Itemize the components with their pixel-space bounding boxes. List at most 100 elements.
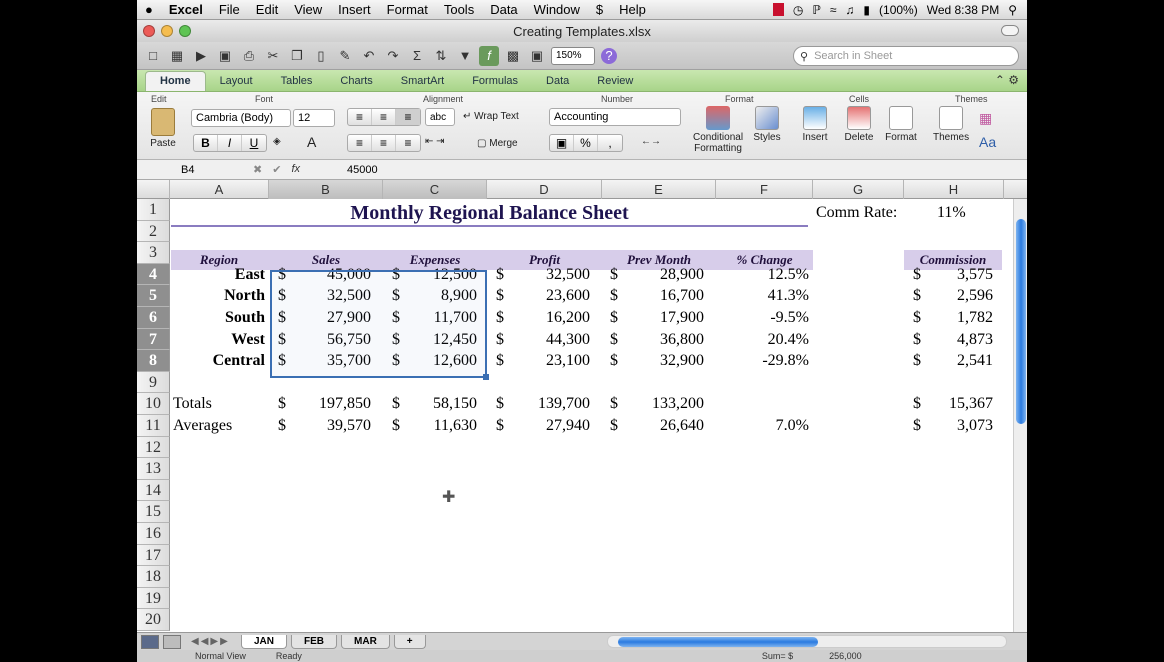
cell-region[interactable]: West <box>173 331 265 349</box>
column-header-f[interactable]: F <box>716 180 813 199</box>
paste-icon[interactable]: ▯ <box>311 46 331 66</box>
open-icon[interactable]: ▶ <box>191 46 211 66</box>
currency-symbol[interactable]: $ <box>610 266 618 284</box>
currency-symbol[interactable]: $ <box>610 287 618 305</box>
cut-icon[interactable]: ✂ <box>263 46 283 66</box>
row-header[interactable]: 15 <box>137 501 170 523</box>
currency-symbol[interactable]: $ <box>913 417 921 435</box>
theme-fonts-icon[interactable]: Aa <box>979 134 996 150</box>
row-header[interactable]: 8 <box>137 350 170 372</box>
align-bottom-icon[interactable]: ≡ <box>396 109 420 125</box>
row-header[interactable]: 6 <box>137 307 170 329</box>
comm-rate-value[interactable]: 11% <box>937 204 966 222</box>
conditional-formatting-button[interactable]: Conditional Formatting <box>693 106 743 154</box>
percent-button[interactable]: % <box>574 135 598 151</box>
time-machine-icon[interactable]: ◷ <box>793 3 803 17</box>
font-color-icon[interactable]: A <box>307 134 316 150</box>
page-layout-view-icon[interactable] <box>163 634 181 649</box>
column-header-d[interactable]: D <box>487 180 602 199</box>
menu-view[interactable]: View <box>286 2 330 17</box>
currency-icon[interactable]: ▣ <box>550 135 574 151</box>
sheet-tab-feb[interactable]: FEB <box>291 634 338 649</box>
wrap-text-button[interactable]: ↵ Wrap Text <box>463 111 519 122</box>
templates-icon[interactable]: ▦ <box>167 46 187 66</box>
cell-commission[interactable]: 3,575 <box>925 266 993 284</box>
row-header[interactable]: 13 <box>137 458 170 480</box>
format-cells-button[interactable]: Format <box>883 106 919 143</box>
currency-symbol[interactable]: $ <box>610 331 618 349</box>
currency-symbol[interactable]: $ <box>496 395 504 413</box>
column-header-g[interactable]: G <box>813 180 904 199</box>
tab-smartart[interactable]: SmartArt <box>387 72 458 91</box>
row-header[interactable]: 2 <box>137 220 170 243</box>
format-painter-icon[interactable]: ✎ <box>335 46 355 66</box>
row-header[interactable]: 9 <box>137 371 170 394</box>
copy-icon[interactable]: ❐ <box>287 46 307 66</box>
cell-profit[interactable]: 44,300 <box>508 331 590 349</box>
cell-commission[interactable]: 4,873 <box>925 331 993 349</box>
cell-change[interactable]: 12.5% <box>719 266 809 284</box>
menu-help[interactable]: Help <box>611 2 654 17</box>
horizontal-scrollbar[interactable] <box>607 635 1007 648</box>
cell-change[interactable]: 7.0% <box>719 417 809 435</box>
cell-expenses[interactable]: 58,150 <box>404 395 477 413</box>
toolbox-icon[interactable]: ▣ <box>527 46 547 66</box>
align-center-icon[interactable]: ≡ <box>372 135 396 151</box>
cell-commission[interactable]: 2,541 <box>925 352 993 370</box>
row-header[interactable]: 1 <box>137 199 170 221</box>
cell-region[interactable]: Central <box>173 352 265 370</box>
formula-builder-icon[interactable]: f <box>479 45 499 66</box>
bold-button[interactable]: B <box>194 135 218 151</box>
currency-symbol[interactable]: $ <box>278 395 286 413</box>
tab-tables[interactable]: Tables <box>267 72 327 91</box>
column-header-c[interactable]: C <box>383 180 487 199</box>
menu-window[interactable]: Window <box>526 2 588 17</box>
currency-symbol[interactable]: $ <box>392 417 400 435</box>
align-left-icon[interactable]: ≡ <box>348 135 372 151</box>
cell-change[interactable]: -9.5% <box>719 309 809 327</box>
sheet-tab-jan[interactable]: JAN <box>241 634 288 649</box>
merge-button[interactable]: ▢ Merge <box>477 138 518 149</box>
wifi-icon[interactable]: ≈ <box>830 3 837 17</box>
row-header[interactable]: 4 <box>137 263 170 286</box>
tab-review[interactable]: Review <box>583 72 647 91</box>
menu-format[interactable]: Format <box>379 2 436 17</box>
comm-rate-label[interactable]: Comm Rate: <box>816 204 897 222</box>
vertical-scrollbar[interactable] <box>1013 199 1027 632</box>
currency-symbol[interactable]: $ <box>610 417 618 435</box>
currency-symbol[interactable]: $ <box>913 331 921 349</box>
cell-prev[interactable]: 17,900 <box>622 309 704 327</box>
cell-expenses[interactable]: 11,630 <box>404 417 477 435</box>
row-header[interactable]: 19 <box>137 587 170 610</box>
cell-commission[interactable]: 3,073 <box>925 417 993 435</box>
volume-icon[interactable]: ♫ <box>845 3 854 17</box>
formula-input[interactable]: 45000 <box>337 164 378 176</box>
cell-profit[interactable]: 16,200 <box>508 309 590 327</box>
cell-profit[interactable]: 139,700 <box>508 395 590 413</box>
delete-cells-button[interactable]: Delete <box>841 106 877 143</box>
battery-icon[interactable]: ▮ <box>863 3 870 17</box>
normal-view-icon[interactable] <box>141 634 159 649</box>
underline-button[interactable]: U <box>242 135 266 151</box>
row-header[interactable]: 5 <box>137 285 170 307</box>
search-sheet-input[interactable]: ⚲ Search in Sheet <box>793 46 1019 66</box>
cell-sales[interactable]: 39,570 <box>290 417 371 435</box>
cell-region[interactable]: South <box>173 309 265 327</box>
currency-symbol[interactable]: $ <box>496 266 504 284</box>
spotlight-icon[interactable]: ⚲ <box>1008 3 1017 17</box>
orientation-button[interactable]: abc <box>425 108 455 126</box>
number-format-select[interactable]: Accounting <box>549 108 681 126</box>
font-size-select[interactable]: 12 <box>293 109 335 127</box>
help-icon[interactable]: ? <box>601 47 617 64</box>
decimal-icon[interactable]: ←→ <box>641 136 661 147</box>
column-header-e[interactable]: E <box>602 180 716 199</box>
font-name-select[interactable]: Cambria (Body) <box>191 109 291 127</box>
fx-label[interactable]: fx <box>291 163 300 176</box>
cell-change[interactable]: -29.8% <box>719 352 809 370</box>
new-workbook-icon[interactable]: □ <box>143 46 163 66</box>
worksheet-grid[interactable]: A B C D E F G H 1 2 3 4 5 6 7 8 9 10 11 12 13 14 15 16 1… <box>137 180 1027 632</box>
row-header[interactable]: 20 <box>137 609 170 631</box>
name-box[interactable]: B4 <box>137 164 237 176</box>
sheet-nav-arrows-icon[interactable]: ◀◀▶▶ <box>191 636 241 647</box>
cell-averages-label[interactable]: Averages <box>173 417 232 435</box>
